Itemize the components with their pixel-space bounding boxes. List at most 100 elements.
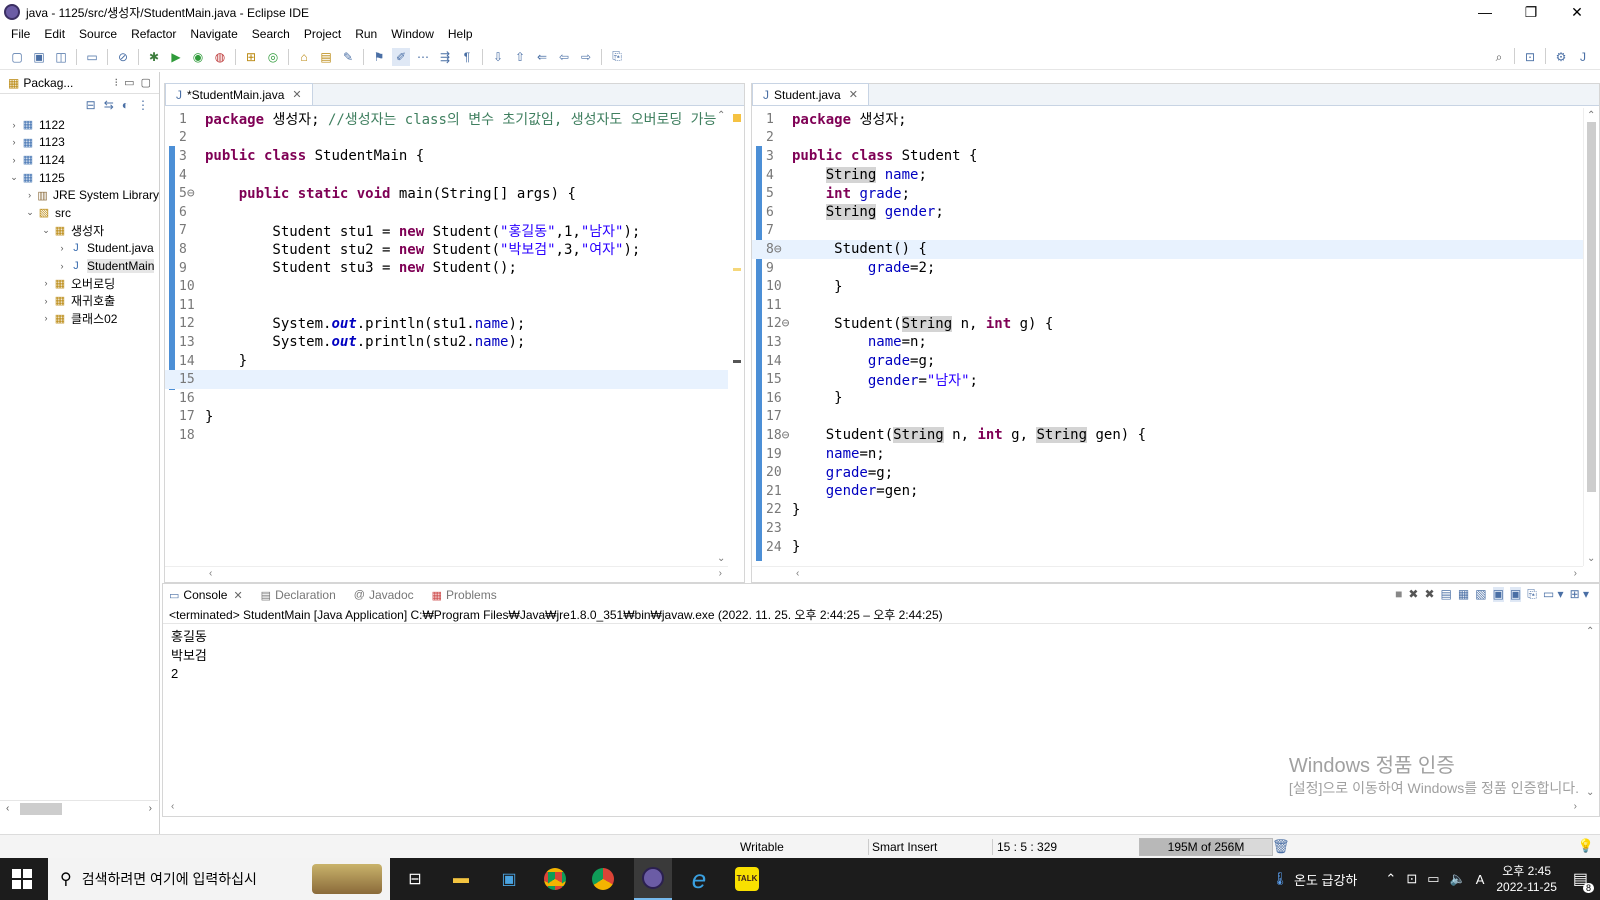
code-line[interactable]: 13 System.out.println(stu2.name); [165, 333, 728, 352]
new-java-class-icon[interactable]: ◎ [264, 48, 282, 66]
chrome-profile-icon[interactable] [588, 864, 618, 894]
chevron-right-icon[interactable]: › [8, 120, 20, 130]
code-line[interactable]: 18 [165, 426, 728, 445]
tree-item[interactable]: › ▦ 1122 [0, 116, 159, 134]
code-area[interactable]: 1 package 생성자; 2 3 public class Student {4 S… [752, 108, 1583, 566]
task-view-icon[interactable]: ⊟ [400, 864, 430, 894]
code-line[interactable]: 14 } [165, 352, 728, 371]
link-editor-icon[interactable]: ⇆ [104, 98, 114, 112]
open-console-icon[interactable]: ⊞ ▾ [1570, 587, 1589, 602]
minimize-button[interactable]: — [1462, 0, 1508, 24]
maximize-button[interactable]: ❐ [1508, 0, 1554, 24]
tree-item[interactable]: › ▦ 재귀호출 [0, 292, 159, 310]
open-type-icon[interactable]: ⌂ [295, 48, 313, 66]
word-wrap-icon[interactable]: ⇶ [436, 48, 454, 66]
menu-edit[interactable]: Edit [37, 27, 72, 41]
chevron-right-icon[interactable]: › [40, 278, 52, 288]
code-line[interactable]: 22} [752, 501, 1583, 520]
tip-icon[interactable]: 💡 [1578, 838, 1594, 854]
forward-icon[interactable]: ⇨ [577, 48, 595, 66]
menu-run[interactable]: Run [348, 27, 384, 41]
code-line[interactable]: 16 } [752, 389, 1583, 408]
code-line[interactable]: 6 String gender; [752, 203, 1583, 222]
coverage-icon[interactable]: ◉ [189, 48, 207, 66]
run-icon[interactable]: ▶ [167, 48, 185, 66]
java-perspective-icon[interactable]: J [1574, 48, 1592, 66]
tab-student[interactable]: J Student.java ✕ [752, 83, 869, 105]
code-line[interactable]: 11 [165, 296, 728, 315]
close-icon[interactable]: ✕ [849, 88, 858, 101]
menu-refactor[interactable]: Refactor [124, 27, 183, 41]
package-explorer-scrollbar[interactable]: ‹ › [0, 800, 158, 816]
weather-text[interactable]: 온도 급강하 [1294, 870, 1357, 889]
chrome-icon[interactable] [540, 864, 570, 894]
taskbar-search-box[interactable]: ⚲ 검색하려면 여기에 입력하십시 [48, 858, 390, 900]
code-line[interactable]: 19 name=n; [752, 445, 1583, 464]
code-line[interactable]: 8⊖ Student() { [752, 240, 1583, 259]
taskbar-clock[interactable]: 오후 2:45 2022-11-25 [1496, 863, 1557, 895]
code-line[interactable]: 10 } [752, 277, 1583, 296]
tree-item[interactable]: ⌄ ▧ src [0, 204, 159, 222]
search-icon[interactable]: ⌕ [1490, 48, 1508, 66]
tab-javadoc[interactable]: @ Javadoc [354, 588, 414, 602]
console-output[interactable]: 홍길동 박보검 2 [163, 624, 1599, 683]
code-line[interactable]: 12⊖ Student(String n, int g) { [752, 315, 1583, 334]
kakaotalk-icon[interactable]: TALK [732, 864, 762, 894]
back-icon[interactable]: ⇦ [555, 48, 573, 66]
display-icon[interactable]: ▭ [1427, 871, 1439, 887]
menu-source[interactable]: Source [72, 27, 124, 41]
code-line[interactable]: 20 grade=g; [752, 463, 1583, 482]
code-line[interactable]: 5⊖ public static void main(String[] args… [165, 184, 728, 203]
editor-hscroll[interactable]: ‹ › [165, 566, 728, 582]
close-button[interactable]: ✕ [1554, 0, 1600, 24]
network-icon[interactable]: ⊡ [1406, 871, 1417, 887]
code-line[interactable]: 1 package 생성자; [752, 110, 1583, 129]
chevron-right-icon[interactable]: › [24, 190, 35, 200]
code-line[interactable]: 17 [752, 408, 1583, 427]
open-folder-icon[interactable]: ▤ [317, 48, 335, 66]
chevron-right-icon[interactable]: › [8, 137, 20, 147]
save-all-icon[interactable]: ◫ [52, 48, 70, 66]
eclipse-taskbar-icon[interactable] [634, 858, 672, 900]
chevron-down-icon[interactable]: ⌄ [24, 207, 36, 218]
next-annotation-icon[interactable]: ⇩ [489, 48, 507, 66]
code-line[interactable]: 3 public class StudentMain { [165, 147, 728, 166]
code-line[interactable]: 8 Student stu2 = new Student("박보검",3,"여자… [165, 240, 728, 259]
windows-start-icon[interactable] [12, 869, 32, 889]
code-line[interactable]: 16 [165, 389, 728, 408]
search-tool-icon[interactable]: ✎ [339, 48, 357, 66]
tree-item[interactable]: › J Student.java [0, 239, 159, 257]
code-line[interactable]: 2 [165, 129, 728, 148]
garbage-collect-icon[interactable]: 🗑 [1272, 838, 1290, 855]
code-line[interactable]: 15 gender="남자"; [752, 370, 1583, 389]
external-tools-icon[interactable]: ◍ [211, 48, 229, 66]
scroll-lock-icon[interactable]: ▦ [1458, 587, 1469, 602]
chevron-right-icon[interactable]: › [8, 155, 20, 165]
chevron-down-icon[interactable]: ⌄ [8, 172, 20, 183]
tree-item[interactable]: › ▥ JRE System Library [0, 186, 159, 204]
open-perspective-icon[interactable]: ⊡ [1521, 48, 1539, 66]
notifications-icon[interactable]: ▤ 8 [1573, 869, 1594, 893]
code-line[interactable]: 4 [165, 166, 728, 185]
console-vscroll[interactable]: ⌃ ⌄ [1583, 624, 1599, 800]
annotation-icon[interactable]: ⚑ [370, 48, 388, 66]
code-line[interactable]: 10 [165, 277, 728, 296]
code-line[interactable]: 17} [165, 408, 728, 427]
display-console-icon[interactable]: ▭ ▾ [1543, 587, 1564, 602]
show-whitespace-icon[interactable]: ¶ [458, 48, 476, 66]
tab-student-main[interactable]: J *StudentMain.java ✕ [165, 83, 313, 105]
code-line[interactable]: 1 package 생성자; //생성자는 class의 변수 초기값임, 생성자… [165, 110, 728, 129]
tab-declaration[interactable]: ▤ Declaration [261, 588, 336, 602]
remove-all-launches-icon[interactable]: ✖ [1424, 587, 1434, 602]
terminate-icon[interactable]: ■ [1395, 587, 1402, 602]
block-selection-icon[interactable]: ⋯ [414, 48, 432, 66]
heap-status[interactable]: 195M of 256M [1139, 838, 1273, 856]
prev-annotation-icon[interactable]: ⇧ [511, 48, 529, 66]
code-line[interactable]: 23 [752, 519, 1583, 538]
clear-console-icon[interactable]: ▤ [1441, 587, 1452, 602]
debug-perspective-icon[interactable]: ⚙ [1552, 48, 1570, 66]
menu-project[interactable]: Project [297, 27, 348, 41]
menu-help[interactable]: Help [441, 27, 480, 41]
show-stderr-icon[interactable]: ▣ [1509, 587, 1522, 602]
close-icon[interactable]: ✕ [292, 88, 301, 101]
